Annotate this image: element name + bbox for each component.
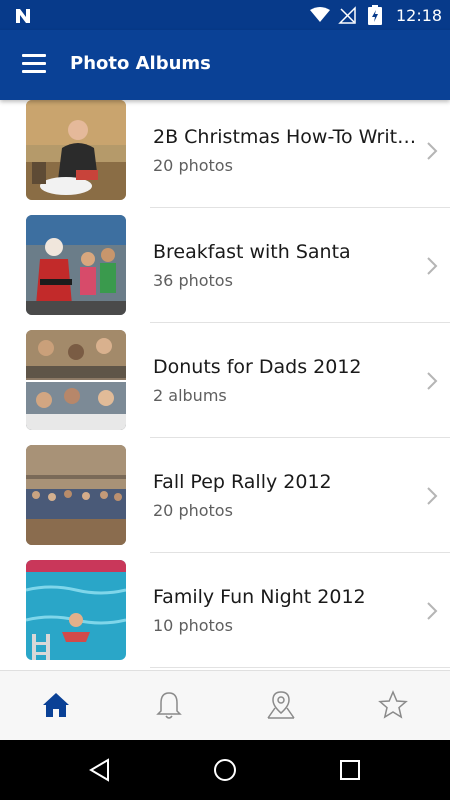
wifi-icon — [310, 7, 330, 22]
album-title: Donuts for Dads 2012 — [153, 356, 362, 378]
album-title: Fall Pep Rally 2012 — [153, 471, 332, 493]
album-thumbnail — [26, 445, 126, 545]
bell-icon — [156, 692, 182, 719]
back-triangle-icon — [89, 758, 109, 782]
system-recents-button[interactable] — [338, 758, 362, 782]
album-row[interactable]: Breakfast with Santa 36 photos — [0, 215, 450, 330]
album-title: Breakfast with Santa — [153, 241, 351, 263]
album-count: 20 photos — [153, 156, 233, 175]
nav-notifications[interactable] — [153, 689, 185, 721]
album-thumbnail — [26, 330, 126, 430]
home-icon — [43, 693, 69, 717]
recents-square-icon — [340, 760, 360, 780]
album-title: 2B Christmas How-To Writing — [153, 126, 419, 148]
row-divider — [150, 437, 450, 438]
row-divider — [150, 552, 450, 553]
signal-icon — [338, 6, 356, 24]
hamburger-menu-icon[interactable] — [22, 54, 48, 76]
system-navigation-bar — [0, 740, 450, 800]
chevron-right-icon — [427, 372, 438, 390]
cafeteria-collage-image — [26, 330, 126, 430]
album-row[interactable]: Family Fun Night 2012 10 photos — [0, 560, 450, 670]
row-divider — [150, 207, 450, 208]
app-bar: Photo Albums — [0, 30, 450, 100]
chevron-right-icon — [427, 487, 438, 505]
swimming-pool-image — [26, 560, 126, 660]
bottom-navigation — [0, 670, 450, 740]
album-thumbnail — [26, 100, 126, 200]
album-thumbnail — [26, 215, 126, 315]
album-row[interactable]: 2B Christmas How-To Writing 20 photos — [0, 100, 450, 215]
album-thumbnail — [26, 560, 126, 660]
chevron-right-icon — [427, 142, 438, 160]
n-logo-icon — [16, 9, 30, 23]
row-divider — [150, 667, 450, 668]
home-circle-icon — [214, 759, 236, 781]
album-row[interactable]: Fall Pep Rally 2012 20 photos — [0, 445, 450, 560]
album-row[interactable]: Donuts for Dads 2012 2 albums — [0, 330, 450, 445]
map-pin-icon — [267, 691, 295, 719]
nav-home[interactable] — [40, 689, 72, 721]
album-count: 2 albums — [153, 386, 227, 405]
battery-charging-icon — [368, 5, 382, 25]
star-icon — [378, 690, 408, 719]
nav-favorites[interactable] — [377, 689, 409, 721]
system-home-button[interactable] — [213, 758, 237, 782]
chevron-right-icon — [427, 602, 438, 620]
status-bar: 12:18 — [0, 0, 450, 30]
album-count: 36 photos — [153, 271, 233, 290]
page-title: Photo Albums — [70, 53, 211, 74]
santa-with-kids-image — [26, 215, 126, 315]
gym-crowd-image — [26, 445, 126, 545]
chevron-right-icon — [427, 257, 438, 275]
status-clock: 12:18 — [396, 6, 443, 25]
album-count: 10 photos — [153, 616, 233, 635]
nav-locations[interactable] — [265, 689, 297, 721]
album-count: 20 photos — [153, 501, 233, 520]
album-title: Family Fun Night 2012 — [153, 586, 366, 608]
system-back-button[interactable] — [88, 758, 112, 782]
album-list[interactable]: 2B Christmas How-To Writing 20 photos Br… — [0, 100, 450, 670]
row-divider — [150, 322, 450, 323]
boy-at-table-image — [26, 100, 126, 200]
